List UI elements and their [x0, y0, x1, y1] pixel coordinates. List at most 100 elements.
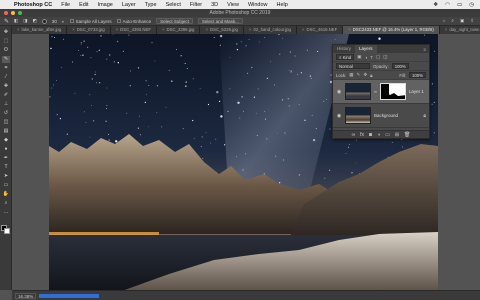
panel-menu-icon[interactable]: ≡: [423, 47, 429, 52]
close-window-button[interactable]: [4, 11, 8, 15]
document-tab[interactable]: × day_night_town: [439, 26, 480, 34]
move-icon[interactable]: ✥: [2, 29, 10, 36]
app-menu[interactable]: Photoshop CC: [14, 2, 52, 8]
close-tab-icon[interactable]: ×: [205, 27, 208, 32]
menu-view[interactable]: View: [227, 2, 239, 8]
menu-edit[interactable]: Edit: [79, 2, 88, 8]
link-icon[interactable]: ∞: [352, 132, 356, 138]
battery-icon[interactable]: ▭: [457, 2, 462, 8]
gradient-icon[interactable]: ▤: [2, 128, 10, 135]
pixel-filter-icon[interactable]: ▣: [357, 54, 361, 60]
close-tab-icon[interactable]: ×: [17, 27, 20, 32]
document-tab[interactable]: × DSC_4618.NEF: [296, 26, 344, 34]
group-icon[interactable]: ▭: [385, 132, 390, 138]
layer-mask-thumbnail[interactable]: [379, 83, 406, 100]
adjustment-icon[interactable]: ◑: [377, 132, 380, 138]
brush-preset-picker[interactable]: [41, 18, 47, 24]
path-select-icon[interactable]: ➤: [2, 173, 10, 180]
document-tab[interactable]: × DSC_0733.jpg: [67, 26, 111, 34]
marquee-icon[interactable]: ⬚: [2, 38, 10, 45]
history-brush-icon[interactable]: ↺: [2, 110, 10, 117]
menu-3d[interactable]: 3D: [211, 2, 218, 8]
close-tab-icon[interactable]: ×: [116, 27, 119, 32]
kind-filter-select[interactable]: ⌕ Kind: [336, 54, 355, 60]
fx-icon[interactable]: fx: [360, 132, 364, 138]
eyedropper-icon[interactable]: ⁄: [2, 74, 10, 81]
visibility-eye-icon[interactable]: ◉: [336, 89, 342, 95]
blur-icon[interactable]: ◆: [2, 137, 10, 144]
lock-icon[interactable]: 🔒︎: [423, 113, 426, 119]
mask-icon[interactable]: ◙: [369, 132, 372, 138]
eraser-icon[interactable]: ◫: [2, 119, 10, 126]
close-tab-icon[interactable]: ×: [162, 27, 165, 32]
new-layer-icon[interactable]: ⊞: [395, 132, 399, 138]
lock-transparent-icon[interactable]: ▦: [349, 72, 353, 78]
fill-field[interactable]: 100%: [409, 72, 426, 78]
layer-row-layer-1[interactable]: ◉ ∞ Layer 1: [333, 80, 429, 104]
select-and-mask-button[interactable]: Select and Mask...: [197, 18, 243, 24]
zoom-field[interactable]: 16.38%: [15, 292, 37, 299]
clock-icon[interactable]: ◷: [469, 2, 474, 8]
crop-icon[interactable]: ⌗: [2, 65, 10, 72]
menu-layer[interactable]: Layer: [122, 2, 136, 8]
blend-mode-select[interactable]: Normal: [336, 63, 370, 69]
brush-angle-icon[interactable]: ◐: [62, 19, 65, 24]
document-canvas[interactable]: History Layers ≡ ⌕ Kind ▣ ◑ T ▢ ◫ Normal…: [12, 34, 480, 290]
lock-position-icon[interactable]: ✥: [363, 72, 367, 78]
type-filter-icon[interactable]: T: [370, 55, 373, 60]
quick-select-icon[interactable]: ✎: [2, 56, 10, 63]
new-selection-icon[interactable]: ◧: [14, 18, 18, 24]
shape-filter-icon[interactable]: ▢: [376, 54, 380, 60]
type-icon[interactable]: T: [2, 164, 10, 171]
wifi-icon[interactable]: ◠: [445, 2, 450, 8]
close-tab-icon[interactable]: ×: [445, 27, 448, 32]
lock-all-icon[interactable]: 🔒︎: [370, 73, 372, 78]
dropbox-icon[interactable]: ❖: [433, 2, 438, 8]
pen-icon[interactable]: ✒: [2, 155, 10, 162]
search-icon[interactable]: ⌕: [451, 18, 454, 24]
tab-layers[interactable]: Layers: [355, 45, 377, 53]
zoom-window-button[interactable]: [18, 11, 22, 15]
subtract-selection-icon[interactable]: ◩: [33, 18, 37, 24]
menu-image[interactable]: Image: [98, 2, 113, 8]
more-icon[interactable]: …: [2, 209, 10, 216]
auto-enhance-checkbox[interactable]: Auto-Enhance: [116, 19, 151, 24]
home-icon[interactable]: ⌂: [443, 18, 446, 24]
background-color-swatch[interactable]: [4, 228, 10, 234]
opacity-field[interactable]: 100%: [391, 63, 409, 69]
close-tab-icon[interactable]: ×: [348, 27, 351, 32]
document-tab[interactable]: × DSC_5226.jpg: [200, 26, 244, 34]
visibility-eye-icon[interactable]: ◉: [336, 113, 342, 119]
document-tab[interactable]: × DSC_4393.NEF: [110, 26, 157, 34]
tab-history[interactable]: History: [333, 45, 355, 53]
dodge-icon[interactable]: ●: [2, 146, 10, 153]
menu-help[interactable]: Help: [277, 2, 288, 8]
close-tab-icon[interactable]: ×: [249, 27, 252, 32]
document-tab[interactable]: × lake_kanne_after.jpg: [12, 26, 68, 34]
trash-icon[interactable]: 🗑︎: [404, 132, 410, 138]
close-tab-icon[interactable]: ×: [72, 27, 75, 32]
select-subject-button[interactable]: Select Subject: [156, 18, 193, 24]
menu-window[interactable]: Window: [248, 2, 268, 8]
workspace-icon[interactable]: ▣: [460, 18, 464, 24]
hand-icon[interactable]: ✋: [2, 191, 10, 198]
minimize-window-button[interactable]: [11, 11, 15, 15]
zoom-icon[interactable]: ⌕: [2, 200, 10, 207]
stamp-icon[interactable]: ⊥: [2, 101, 10, 108]
menu-select[interactable]: Select: [166, 2, 181, 8]
rectangle-icon[interactable]: ▭: [2, 182, 10, 189]
heal-icon[interactable]: ✚: [2, 83, 10, 90]
sample-all-layers-checkbox[interactable]: Sample All Layers: [69, 19, 112, 24]
menu-type[interactable]: Type: [145, 2, 157, 8]
menu-filter[interactable]: Filter: [190, 2, 202, 8]
share-icon[interactable]: ⇪: [470, 18, 474, 24]
adjustment-filter-icon[interactable]: ◑: [364, 55, 367, 60]
close-tab-icon[interactable]: ×: [302, 27, 305, 32]
layer-row-background[interactable]: ◉ Background 🔒︎: [333, 104, 429, 128]
document-tab[interactable]: × DSC2433.NEF @ 16.4% (Layer 1, RGB/8): [343, 26, 440, 34]
smart-object-filter-icon[interactable]: ◫: [383, 54, 387, 60]
lasso-icon[interactable]: ʘ: [2, 47, 10, 54]
document-tab[interactable]: × DSC_2396.jpg: [156, 26, 201, 34]
document-tab[interactable]: × 02_hand_colour.jpg: [243, 26, 297, 34]
add-selection-icon[interactable]: ◨: [23, 18, 27, 24]
